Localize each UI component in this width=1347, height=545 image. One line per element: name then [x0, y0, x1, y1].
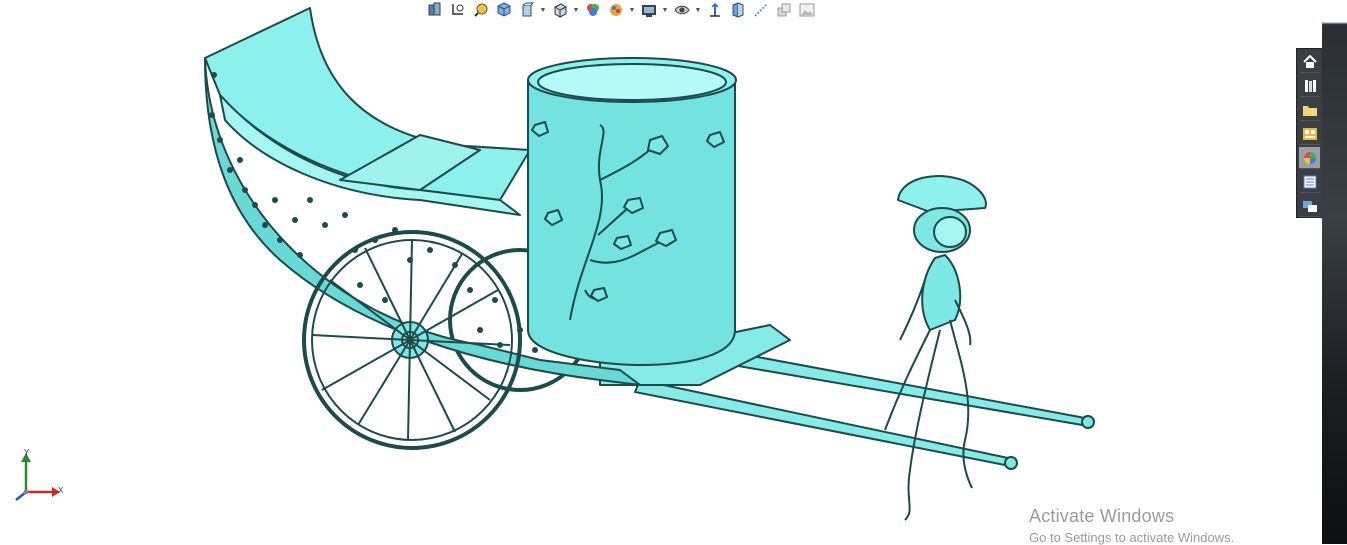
split-view-icon[interactable]: [751, 1, 770, 19]
heads-up-view-toolbar: ▼ ▼ ▼ ▼ ▼: [425, 0, 816, 20]
activate-windows-subtitle: Go to Settings to activate Windows.: [1029, 530, 1235, 545]
hide-show-items-icon[interactable]: [583, 1, 602, 19]
appearance-dropdown-icon[interactable]: ▼: [629, 1, 636, 19]
view-settings-dropdown-icon[interactable]: ▼: [695, 1, 702, 19]
shaft-end-lower: [1004, 456, 1018, 470]
appearances-icon[interactable]: [1299, 147, 1320, 169]
view-orientation-dropdown-icon[interactable]: ▼: [540, 1, 547, 19]
rickshaw-model[interactable]: [0, 0, 1322, 544]
view-settings-icon[interactable]: [672, 1, 691, 19]
rotate-view-icon[interactable]: [705, 1, 724, 19]
task-pane-tabs: [1296, 48, 1323, 218]
puller-figure: [884, 175, 987, 521]
custom-properties-icon[interactable]: [1299, 171, 1320, 193]
pan-icon[interactable]: [728, 1, 747, 19]
edit-appearance-icon[interactable]: [606, 1, 625, 19]
display-style-dropdown-icon[interactable]: ▼: [573, 1, 580, 19]
triad-x-label: X: [58, 486, 64, 495]
reference-triad: Y X: [8, 448, 68, 504]
front-wheel: [302, 230, 522, 450]
file-explorer-icon[interactable]: [1299, 99, 1320, 121]
forum-icon[interactable]: [1299, 195, 1320, 217]
previous-view-icon[interactable]: [471, 1, 490, 19]
apply-scene-icon[interactable]: [639, 1, 658, 19]
display-style-icon[interactable]: [550, 1, 569, 19]
image-icon[interactable]: [797, 1, 816, 19]
cylinder-basket: [527, 57, 737, 366]
zoom-to-area-icon[interactable]: [448, 1, 467, 19]
view-palette-icon[interactable]: [1299, 123, 1320, 145]
section-view-icon[interactable]: [494, 1, 513, 19]
view-orientation-icon[interactable]: [517, 1, 536, 19]
desktop-background-strip: [1322, 0, 1347, 544]
zoom-to-fit-icon[interactable]: [425, 1, 444, 19]
triad-y-label: Y: [24, 448, 30, 457]
graphics-area[interactable]: ▼ ▼ ▼ ▼ ▼ Y X Activate Windows Go to Set…: [0, 0, 1322, 545]
home-icon[interactable]: [1299, 51, 1320, 73]
scene-dropdown-icon[interactable]: ▼: [662, 1, 669, 19]
activate-windows-title: Activate Windows: [1029, 506, 1175, 526]
layers-icon[interactable]: [774, 1, 793, 19]
shaft-end-upper: [1081, 415, 1095, 429]
design-library-icon[interactable]: [1299, 75, 1320, 97]
